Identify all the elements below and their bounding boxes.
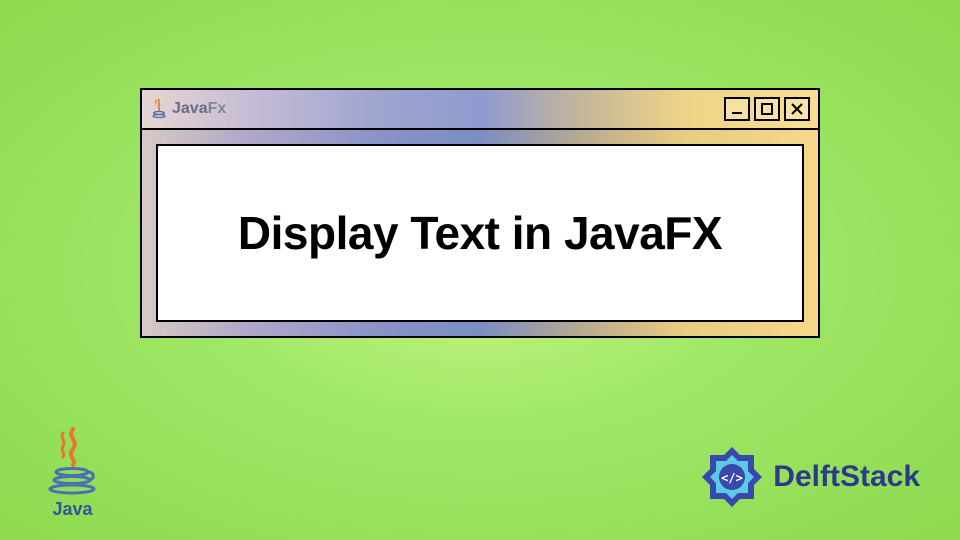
- close-button[interactable]: [784, 97, 810, 121]
- java-icon: [150, 98, 168, 120]
- window-body: Display Text in JavaFX: [142, 130, 818, 336]
- java-logo-label: Java: [52, 499, 92, 520]
- java-cup-icon: [45, 427, 100, 497]
- heading-text: Display Text in JavaFX: [238, 206, 722, 260]
- minimize-button[interactable]: [724, 97, 750, 121]
- app-title: JavaFx: [172, 100, 226, 118]
- delftstack-icon: </>: [697, 442, 767, 512]
- maximize-button[interactable]: [754, 97, 780, 121]
- titlebar-left: JavaFx: [150, 98, 226, 120]
- delftstack-logo: </> DelftStack: [697, 442, 920, 512]
- maximize-icon: [760, 102, 774, 116]
- content-panel: Display Text in JavaFX: [156, 144, 804, 322]
- titlebar: JavaFx: [142, 90, 818, 130]
- window-controls: [724, 97, 810, 121]
- svg-text:</>: </>: [721, 471, 743, 485]
- app-title-suffix: Fx: [208, 100, 227, 117]
- minimize-icon: [730, 102, 744, 116]
- delftstack-label: DelftStack: [773, 460, 920, 494]
- close-icon: [790, 102, 804, 116]
- java-logo: Java: [45, 427, 100, 520]
- app-title-main: Java: [172, 100, 208, 117]
- application-window: JavaFx Display Text i: [140, 88, 820, 338]
